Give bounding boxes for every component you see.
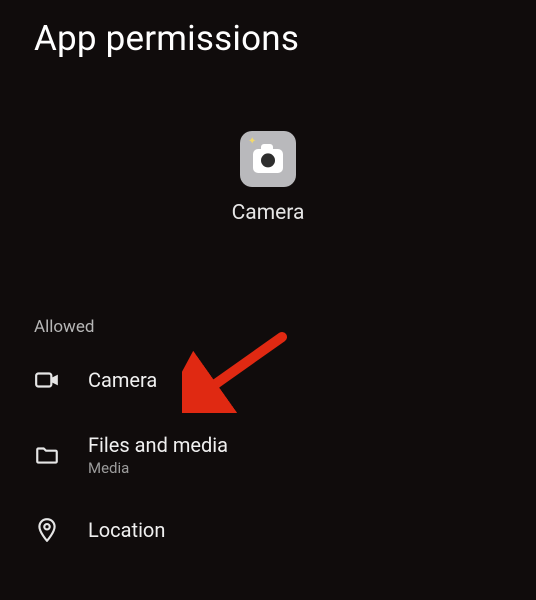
camera-icon <box>34 367 60 393</box>
permission-label: Location <box>88 518 165 542</box>
app-name: Camera <box>232 201 305 225</box>
permission-item-location[interactable]: Location <box>0 497 536 563</box>
permission-sublabel: Media <box>88 459 228 477</box>
app-icon: ✦ <box>240 131 296 187</box>
folder-icon <box>34 442 60 468</box>
flash-icon: ✦ <box>248 137 256 147</box>
page-title: App permissions <box>0 0 536 59</box>
permission-label: Camera <box>88 368 157 392</box>
permission-item-files[interactable]: Files and media Media <box>0 413 536 497</box>
section-header-allowed: Allowed <box>0 317 536 337</box>
location-icon <box>34 517 60 543</box>
app-header: ✦ Camera <box>0 131 536 225</box>
permission-item-camera[interactable]: Camera <box>0 347 536 413</box>
permission-label: Files and media <box>88 433 228 457</box>
